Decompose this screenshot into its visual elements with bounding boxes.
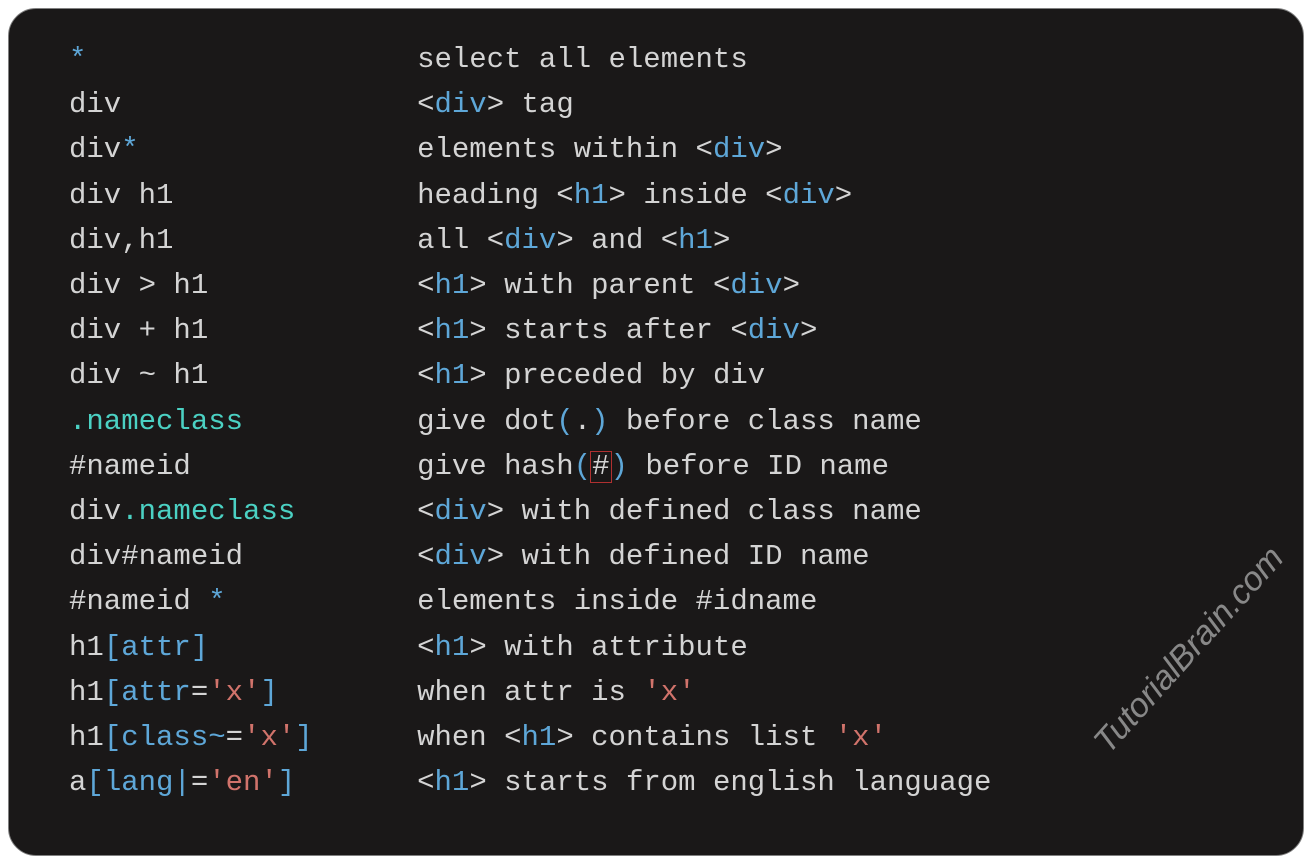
- description-cell: heading <h1> inside <div>: [417, 179, 852, 212]
- selector-cell: *: [69, 43, 86, 76]
- code-line: #nameid give hash(#) before ID name: [69, 444, 991, 489]
- description-cell: all <div> and <h1>: [417, 224, 730, 257]
- description-cell: give dot(.) before class name: [417, 405, 922, 438]
- watermark: TutorialBrain.com: [1086, 539, 1292, 761]
- code-line: div > h1 <h1> with parent <div>: [69, 263, 991, 308]
- code-line: div#nameid <div> with defined ID name: [69, 534, 991, 579]
- code-line: h1[attr='x'] when attr is 'x': [69, 670, 991, 715]
- selector-cell: div: [69, 88, 121, 121]
- description-cell: when attr is 'x': [417, 676, 695, 709]
- description-cell: <div> tag: [417, 88, 574, 121]
- selector-cell: #nameid: [69, 450, 191, 483]
- code-block: * select all elementsdiv <div> tagdiv* e…: [69, 37, 991, 805]
- code-line: * select all elements: [69, 37, 991, 82]
- selector-cell: div*: [69, 133, 139, 166]
- code-line: a[lang|='en'] <h1> starts from english l…: [69, 760, 991, 805]
- description-cell: <h1> with attribute: [417, 631, 748, 664]
- description-cell: select all elements: [417, 43, 748, 76]
- code-line: h1[class~='x'] when <h1> contains list '…: [69, 715, 991, 760]
- selector-cell: div ~ h1: [69, 359, 208, 392]
- code-line: h1[attr] <h1> with attribute: [69, 625, 991, 670]
- code-line: .nameclass give dot(.) before class name: [69, 399, 991, 444]
- code-line: div ~ h1 <h1> preceded by div: [69, 353, 991, 398]
- description-cell: <h1> with parent <div>: [417, 269, 800, 302]
- code-line: div,h1 all <div> and <h1>: [69, 218, 991, 263]
- selector-cell: div,h1: [69, 224, 173, 257]
- code-line: div* elements within <div>: [69, 127, 991, 172]
- code-line: #nameid * elements inside #idname: [69, 579, 991, 624]
- code-line: div.nameclass <div> with defined class n…: [69, 489, 991, 534]
- selector-cell: h1[attr='x']: [69, 676, 278, 709]
- selector-cell: div + h1: [69, 314, 208, 347]
- selector-cell: h1[attr]: [69, 631, 208, 664]
- description-cell: when <h1> contains list 'x': [417, 721, 887, 754]
- description-cell: <h1> starts after <div>: [417, 314, 817, 347]
- code-frame: * select all elementsdiv <div> tagdiv* e…: [8, 8, 1304, 856]
- description-cell: <div> with defined ID name: [417, 540, 870, 573]
- description-cell: <div> with defined class name: [417, 495, 922, 528]
- description-cell: <h1> starts from english language: [417, 766, 991, 799]
- description-cell: <h1> preceded by div: [417, 359, 765, 392]
- selector-cell: a[lang|='en']: [69, 766, 295, 799]
- code-line: div <div> tag: [69, 82, 991, 127]
- description-cell: give hash(#) before ID name: [417, 450, 889, 483]
- selector-cell: div.nameclass: [69, 495, 295, 528]
- selector-cell: div h1: [69, 179, 173, 212]
- description-cell: elements inside #idname: [417, 585, 817, 618]
- code-line: div + h1 <h1> starts after <div>: [69, 308, 991, 353]
- selector-cell: .nameclass: [69, 405, 243, 438]
- selector-cell: #nameid *: [69, 585, 226, 618]
- selector-cell: div#nameid: [69, 540, 243, 573]
- selector-cell: div > h1: [69, 269, 208, 302]
- description-cell: elements within <div>: [417, 133, 782, 166]
- code-line: div h1 heading <h1> inside <div>: [69, 173, 991, 218]
- selector-cell: h1[class~='x']: [69, 721, 313, 754]
